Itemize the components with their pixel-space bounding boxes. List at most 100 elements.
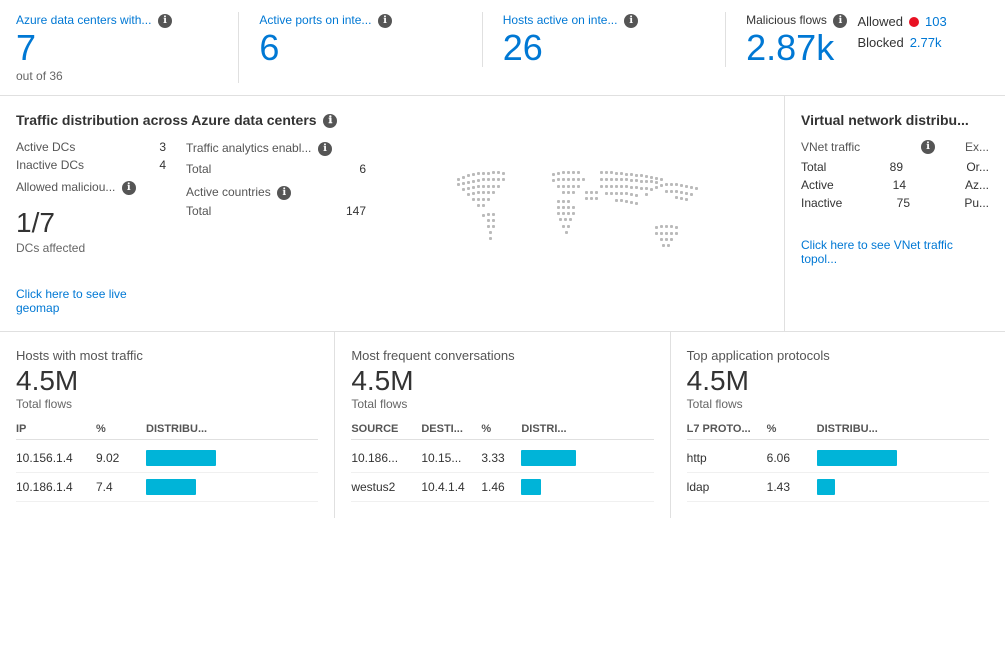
malicious-flows-info-icon[interactable]: ℹ [833, 14, 847, 28]
allowed-blocked-stats: Allowed 103 Blocked 2.77k [857, 12, 946, 54]
protocols-value: 4.5M [687, 365, 989, 397]
malicious-flows-label[interactable]: Malicious flows [746, 13, 827, 27]
traffic-col2: Traffic analytics enabl... ℹ Total 6 Act… [186, 140, 366, 315]
proto-bar-2 [817, 479, 989, 495]
conv-pct-header: % [481, 423, 521, 435]
inactive-dcs-value: 4 [159, 158, 166, 172]
table-row: ldap 1.43 [687, 473, 989, 502]
analytics-label: Traffic analytics enabl... [186, 141, 311, 155]
conv-pct-2: 1.46 [481, 480, 521, 494]
geomap-link[interactable]: Click here to see live geomap [16, 287, 166, 315]
proto-pct-1: 6.06 [767, 451, 817, 465]
host-bar-1 [146, 450, 318, 466]
conversations-table-header: SOURCE DESTI... % DISTRI... [351, 423, 653, 440]
vnet-ex-label: Ex... [965, 140, 989, 154]
conv-dst-1: 10.15... [421, 451, 481, 465]
active-ports-label[interactable]: Active ports on inte... [259, 13, 371, 27]
world-map-container [386, 140, 768, 315]
proto-l7-header: L7 PROTO... [687, 423, 767, 435]
active-dcs-row: Active DCs 3 [16, 140, 166, 154]
protocols-sub: Total flows [687, 397, 989, 411]
hosts-traffic-sub: Total flows [16, 397, 318, 411]
active-ports-info-icon[interactable]: ℹ [378, 14, 392, 28]
host-bar-fill-2 [146, 479, 196, 495]
world-map-svg [437, 158, 717, 298]
vnet-total-value: 89 [890, 160, 903, 174]
vnet-total-row: Total 89 Or... [801, 160, 989, 174]
table-row: 10.156.1.4 9.02 [16, 444, 318, 473]
protocols-table-header: L7 PROTO... % DISTRIBU... [687, 423, 989, 440]
azure-dc-info-icon[interactable]: ℹ [158, 14, 172, 28]
active-countries-total-row: Total 147 [186, 204, 366, 218]
active-countries-label: Active countries [186, 185, 271, 199]
host-bar-fill-1 [146, 450, 216, 466]
table-row: 10.186.1.4 7.4 [16, 473, 318, 502]
proto-name-1: http [687, 451, 767, 465]
analytics-info-icon[interactable]: ℹ [318, 142, 332, 156]
conv-dst-header: DESTI... [421, 423, 481, 435]
conv-bar-fill-1 [521, 450, 576, 466]
vnet-link[interactable]: Click here to see VNet traffic topol... [801, 238, 989, 266]
conv-src-header: SOURCE [351, 423, 421, 435]
proto-bar-fill-2 [817, 479, 835, 495]
conv-bar-2 [521, 479, 653, 495]
hosts-active-info-icon[interactable]: ℹ [624, 14, 638, 28]
dcs-affected-label: DCs affected [16, 241, 166, 255]
vnet-traffic-info-icon[interactable]: ℹ [921, 140, 935, 154]
active-countries-info-icon[interactable]: ℹ [277, 186, 291, 200]
vnet-active-value: 14 [893, 178, 906, 192]
traffic-col1: Active DCs 3 Inactive DCs 4 Allowed mali… [16, 140, 166, 315]
azure-dc-metric: Azure data centers with... ℹ 7 out of 36 [16, 12, 239, 83]
top-metrics-bar: Azure data centers with... ℹ 7 out of 36… [0, 0, 1005, 96]
vnet-inactive-label: Inactive [801, 196, 842, 210]
active-dcs-value: 3 [159, 140, 166, 154]
proto-dist-header: DISTRIBU... [817, 423, 989, 435]
hosts-active-value: 26 [503, 28, 705, 68]
red-dot-icon [909, 17, 919, 27]
conv-src-1: 10.186... [351, 451, 421, 465]
hosts-traffic-section: Hosts with most traffic 4.5M Total flows… [0, 332, 335, 518]
traffic-section-title: Traffic distribution across Azure data c… [16, 112, 768, 128]
vnet-section-title: Virtual network distribu... [801, 112, 989, 128]
middle-sections: Traffic distribution across Azure data c… [0, 96, 1005, 332]
vnet-az-label: Az... [965, 178, 989, 192]
malicious-flows-value: 2.87k [746, 28, 847, 68]
allowed-malicious-note: Allowed maliciou... ℹ [16, 180, 166, 195]
allowed-malicious-info-icon[interactable]: ℹ [122, 181, 136, 195]
blocked-label: Blocked [857, 33, 903, 54]
hosts-active-label[interactable]: Hosts active on inte... [503, 13, 618, 27]
azure-dc-label[interactable]: Azure data centers with... [16, 13, 151, 27]
allowed-row: Allowed 103 [857, 12, 946, 33]
hosts-active-metric: Hosts active on inte... ℹ 26 [503, 12, 726, 67]
active-countries-total-value: 147 [346, 204, 366, 218]
conversations-value: 4.5M [351, 365, 653, 397]
allowed-label: Allowed [857, 12, 903, 33]
proto-name-2: ldap [687, 480, 767, 494]
azure-dc-sub: out of 36 [16, 69, 218, 83]
table-row: http 6.06 [687, 444, 989, 473]
analytics-total-row: Total 6 [186, 162, 366, 176]
proto-bar-1 [817, 450, 989, 466]
vnet-pu-label: Pu... [964, 196, 989, 210]
analytics-total-label: Total [186, 162, 211, 176]
traffic-section: Traffic distribution across Azure data c… [0, 96, 785, 331]
host-ip-1: 10.156.1.4 [16, 451, 96, 465]
azure-dc-value: 7 [16, 28, 218, 68]
traffic-inner: Active DCs 3 Inactive DCs 4 Allowed mali… [16, 140, 768, 315]
blocked-row: Blocked 2.77k [857, 33, 946, 54]
active-dcs-label: Active DCs [16, 140, 75, 154]
hosts-table-header: IP % DISTRIBU... [16, 423, 318, 440]
proto-bar-fill-1 [817, 450, 897, 466]
inactive-dcs-label: Inactive DCs [16, 158, 84, 172]
hosts-traffic-value: 4.5M [16, 365, 318, 397]
conv-dist-header: DISTRI... [521, 423, 653, 435]
active-ports-value: 6 [259, 28, 461, 68]
active-ports-metric: Active ports on inte... ℹ 6 [259, 12, 482, 67]
conversations-sub: Total flows [351, 397, 653, 411]
traffic-section-info-icon[interactable]: ℹ [323, 114, 337, 128]
conv-bar-1 [521, 450, 653, 466]
bottom-sections: Hosts with most traffic 4.5M Total flows… [0, 332, 1005, 518]
protocols-section: Top application protocols 4.5M Total flo… [671, 332, 1005, 518]
conversations-title: Most frequent conversations [351, 348, 653, 363]
conv-src-2: westus2 [351, 480, 421, 494]
